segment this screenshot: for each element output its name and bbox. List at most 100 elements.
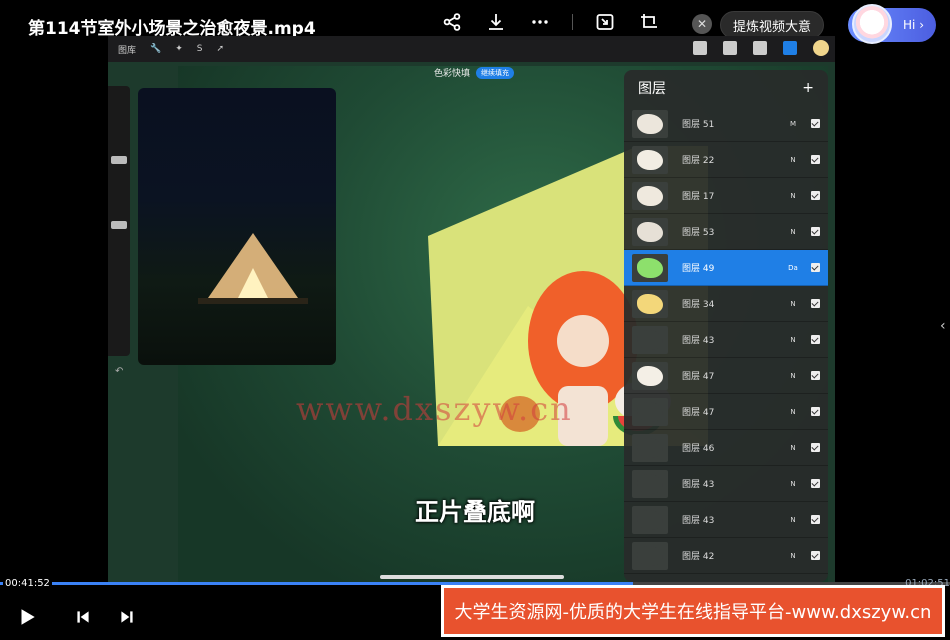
subtitle: 正片叠底啊 xyxy=(415,498,535,526)
visibility-checkbox[interactable] xyxy=(811,479,820,488)
layers-title: 图层 xyxy=(638,81,666,97)
color-picker-icon[interactable] xyxy=(813,40,829,56)
share-icon[interactable] xyxy=(440,10,464,34)
layer-row[interactable]: 图层 42 N xyxy=(624,538,828,574)
opacity-knob[interactable] xyxy=(111,221,127,229)
smudge-icon[interactable] xyxy=(723,41,737,55)
visibility-checkbox[interactable] xyxy=(811,443,820,452)
layer-row[interactable]: 图层 43 N xyxy=(624,322,828,358)
blend-mode[interactable]: N xyxy=(783,156,803,164)
wrench-icon[interactable]: 🔧 xyxy=(150,44,161,54)
visibility-checkbox[interactable] xyxy=(811,371,820,380)
procreate-tools xyxy=(693,40,829,56)
add-layer-icon[interactable]: + xyxy=(802,80,814,96)
toolbar-divider xyxy=(572,14,573,30)
blend-mode[interactable]: N xyxy=(783,192,803,200)
layer-name: 图层 51 xyxy=(682,120,715,130)
layer-row[interactable]: 图层 47 N xyxy=(624,394,828,430)
layer-name: 图层 17 xyxy=(682,192,715,202)
blend-mode[interactable]: N xyxy=(783,372,803,380)
summary-button[interactable]: 提炼视频大意 xyxy=(720,11,825,39)
layer-thumbnail xyxy=(632,109,668,138)
visibility-checkbox[interactable] xyxy=(811,407,820,416)
blend-mode[interactable]: N xyxy=(783,228,803,236)
visibility-checkbox[interactable] xyxy=(811,551,820,560)
assistant-greeting: Hi xyxy=(903,18,916,32)
layer-name: 图层 43 xyxy=(682,480,715,490)
next-icon[interactable] xyxy=(114,604,140,630)
reference-tent-image xyxy=(198,233,308,304)
brush-icon[interactable] xyxy=(693,41,707,55)
ad-banner[interactable]: 大学生资源网-优质的大学生在线指导平台-www.dxszyw.cn xyxy=(441,585,945,637)
blend-mode[interactable]: N xyxy=(783,300,803,308)
layer-thumbnail xyxy=(632,397,668,426)
blend-mode[interactable]: N xyxy=(783,408,803,416)
download-icon[interactable] xyxy=(484,10,508,34)
layer-thumbnail xyxy=(632,289,668,318)
picture-in-picture-icon[interactable] xyxy=(593,10,617,34)
transform-icon[interactable]: ➚ xyxy=(217,44,225,54)
blend-mode[interactable]: N xyxy=(783,336,803,344)
layer-row[interactable]: 图层 49 Da xyxy=(624,250,828,286)
layer-row[interactable]: 图层 22 N xyxy=(624,142,828,178)
previous-icon[interactable] xyxy=(70,604,96,630)
layer-name: 图层 46 xyxy=(682,444,715,454)
blend-mode[interactable]: N xyxy=(783,480,803,488)
visibility-checkbox[interactable] xyxy=(811,299,820,308)
visibility-checkbox[interactable] xyxy=(811,119,820,128)
visibility-checkbox[interactable] xyxy=(811,191,820,200)
brush-size-slider[interactable]: ↶ xyxy=(108,86,130,377)
layer-thumbnail xyxy=(632,433,668,462)
layer-thumbnail xyxy=(632,145,668,174)
layer-name: 图层 47 xyxy=(682,408,715,418)
layer-thumbnail xyxy=(632,361,668,390)
blend-mode[interactable]: M xyxy=(783,120,803,128)
home-indicator xyxy=(380,575,564,579)
watermark: www.dxszyw.cn xyxy=(296,390,573,428)
layer-name: 图层 49 xyxy=(682,264,715,274)
current-time: 00:41:52 xyxy=(3,578,52,589)
play-icon[interactable] xyxy=(14,604,40,630)
layer-name: 图层 22 xyxy=(682,156,715,166)
gallery-button[interactable]: 图库 xyxy=(118,43,136,56)
layer-name: 图层 47 xyxy=(682,372,715,382)
blend-mode[interactable]: N xyxy=(783,444,803,452)
visibility-checkbox[interactable] xyxy=(811,227,820,236)
layer-thumbnail xyxy=(632,541,668,570)
layer-thumbnail xyxy=(632,217,668,246)
continue-fill-chip[interactable]: 继续填充 xyxy=(476,66,515,79)
layer-row[interactable]: 图层 17 N xyxy=(624,178,828,214)
visibility-checkbox[interactable] xyxy=(811,263,820,272)
more-icon[interactable] xyxy=(528,10,552,34)
layer-row[interactable]: 图层 34 N xyxy=(624,286,828,322)
magic-wand-icon[interactable]: ✦ xyxy=(175,44,183,54)
layer-thumbnail xyxy=(632,325,668,354)
layer-name: 图层 53 xyxy=(682,228,715,238)
visibility-checkbox[interactable] xyxy=(811,335,820,344)
reference-photo[interactable] xyxy=(138,88,336,365)
undo-icon[interactable]: ↶ xyxy=(115,366,123,377)
assistant-avatar[interactable] xyxy=(852,4,892,44)
eraser-icon[interactable] xyxy=(753,41,767,55)
layer-row[interactable]: 图层 53 N xyxy=(624,214,828,250)
banner-text: 色彩快填 xyxy=(434,69,471,79)
layer-thumbnail xyxy=(632,253,668,282)
size-knob[interactable] xyxy=(111,156,127,164)
close-icon[interactable]: ✕ xyxy=(692,14,712,34)
crop-icon[interactable] xyxy=(637,10,661,34)
blend-mode[interactable]: N xyxy=(783,552,803,560)
layer-name: 图层 42 xyxy=(682,552,715,562)
layer-row[interactable]: 图层 46 N xyxy=(624,430,828,466)
layer-name: 图层 34 xyxy=(682,300,715,310)
layer-thumbnail xyxy=(632,181,668,210)
blend-mode[interactable]: Da xyxy=(783,264,803,272)
layers-header: 图层 + xyxy=(624,70,828,106)
visibility-checkbox[interactable] xyxy=(811,155,820,164)
layer-row[interactable]: 图层 51 M xyxy=(624,106,828,142)
selection-icon[interactable]: S xyxy=(197,44,203,54)
color-fill-banner: 色彩快填 继续填充 xyxy=(434,66,515,79)
top-action-bar xyxy=(440,10,661,34)
layers-icon[interactable] xyxy=(783,41,797,55)
chevron-left-icon[interactable]: ‹ xyxy=(940,318,946,334)
layer-row[interactable]: 图层 47 N xyxy=(624,358,828,394)
